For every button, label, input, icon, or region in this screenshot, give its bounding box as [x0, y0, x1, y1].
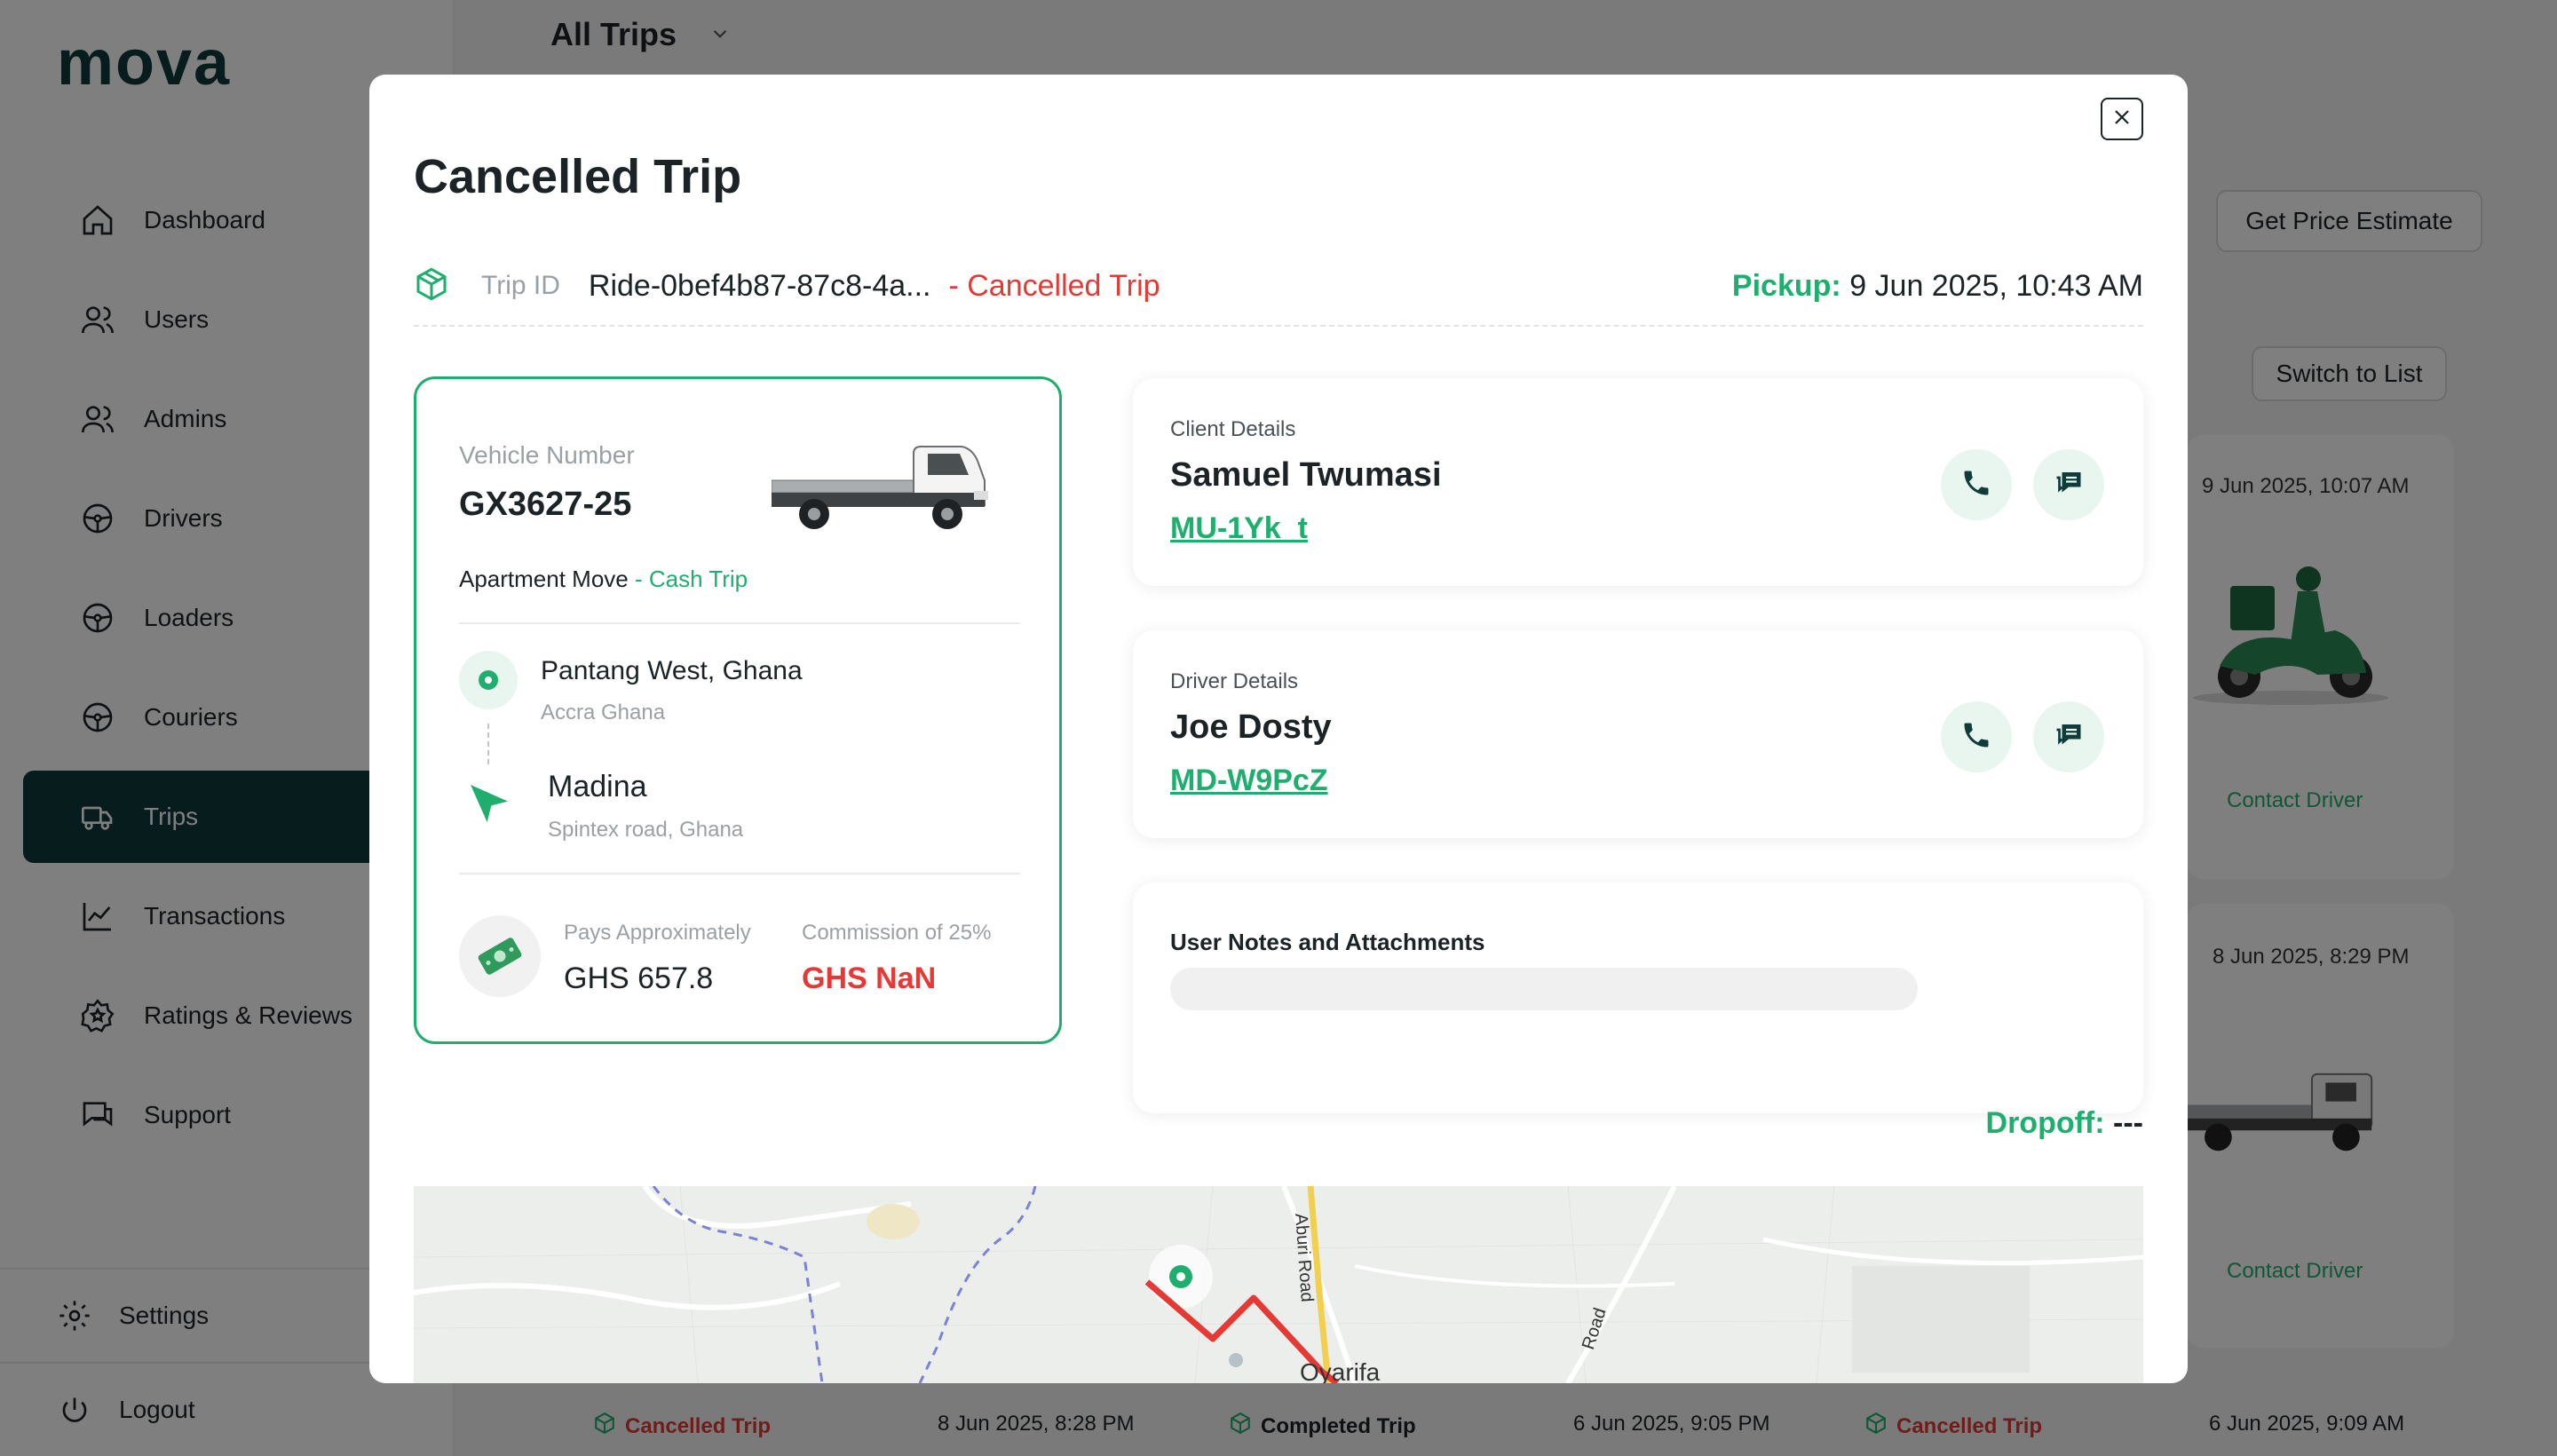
- message-driver-button[interactable]: [2033, 701, 2104, 772]
- map-canvas: [414, 1186, 2143, 1383]
- vehicle-card: Vehicle Number GX3627-25 Apartment Move …: [414, 376, 1062, 1044]
- call-client-button[interactable]: [1941, 449, 2012, 520]
- client-id-link[interactable]: MU-1Yk_t: [1170, 511, 1308, 546]
- message-client-button[interactable]: [2033, 449, 2104, 520]
- client-details-label: Client Details: [1170, 417, 1296, 441]
- pickup-location: Pantang West, Ghana: [541, 656, 803, 685]
- modal-title: Cancelled Trip: [414, 150, 742, 203]
- commission-value: GHS NaN: [802, 961, 937, 995]
- dropoff-value: ---: [2113, 1106, 2143, 1140]
- pickup-info: Pickup: 9 Jun 2025, 10:43 AM: [1732, 269, 2143, 304]
- pays-approx-label: Pays Approximately: [564, 921, 751, 945]
- user-notes-card: User Notes and Attachments: [1133, 882, 2143, 1113]
- route-connector: [487, 724, 489, 764]
- pickup-label: Pickup:: [1731, 268, 1841, 303]
- divider: [459, 622, 1020, 624]
- money-icon: [459, 915, 541, 997]
- divider: [414, 325, 2143, 327]
- driver-name: Joe Dosty: [1170, 708, 1332, 746]
- trip-id-value[interactable]: Ride-0bef4b87-87c8-4a...: [589, 269, 931, 304]
- route-map[interactable]: Aburi Road Road Oyarifa: [414, 1186, 2143, 1383]
- client-name: Samuel Twumasi: [1170, 456, 1442, 494]
- trip-type: Apartment Move - Cash Trip: [459, 566, 748, 593]
- pickup-location-sub: Accra Ghana: [541, 700, 666, 724]
- vehicle-number-label: Vehicle Number: [459, 441, 635, 469]
- dropoff-location: Madina: [548, 770, 647, 803]
- close-button[interactable]: [2101, 98, 2143, 140]
- pickup-time: 9 Jun 2025, 10:43 AM: [1849, 268, 2143, 303]
- driver-details-label: Driver Details: [1170, 669, 1299, 693]
- trip-type-label: Apartment Move: [459, 566, 629, 592]
- call-driver-button[interactable]: [1941, 701, 2012, 772]
- close-icon: [2111, 107, 2133, 132]
- commission-label: Commission of 25%: [802, 921, 992, 945]
- user-notes-label: User Notes and Attachments: [1170, 929, 1485, 955]
- driver-id-link[interactable]: MD-W9PcZ: [1170, 764, 1328, 798]
- message-icon: [2053, 719, 2085, 756]
- pays-approx-value: GHS 657.8: [564, 961, 714, 995]
- map-place-label: Oyarifa: [1300, 1358, 1381, 1383]
- dropoff-info: Dropoff: ---: [1986, 1106, 2143, 1141]
- trip-id-label: Trip ID: [481, 271, 560, 300]
- vehicle-number: GX3627-25: [459, 486, 632, 523]
- pickup-location-icon: [459, 651, 518, 709]
- trip-details-modal: Cancelled Trip Trip ID Ride-0bef4b87-87c…: [369, 75, 2188, 1383]
- message-icon: [2053, 467, 2085, 503]
- truck-image: [772, 446, 988, 529]
- client-details-card: Client Details Samuel Twumasi MU-1Yk_t: [1133, 378, 2143, 586]
- payment-type: - Cash Trip: [634, 566, 748, 592]
- divider: [459, 873, 1020, 874]
- dropoff-label: Dropoff:: [1985, 1106, 2105, 1140]
- user-notes-placeholder: [1170, 968, 1918, 1010]
- navigation-arrow-icon: [471, 785, 508, 822]
- phone-icon: [1960, 719, 1992, 756]
- trip-status-text: - Cancelled Trip: [948, 268, 1160, 303]
- driver-details-card: Driver Details Joe Dosty MD-W9PcZ: [1133, 630, 2143, 838]
- trip-summary-row: Trip ID Ride-0bef4b87-87c8-4a... - Cance…: [414, 259, 2143, 313]
- dropoff-location-sub: Spintex road, Ghana: [548, 818, 744, 842]
- box-icon: [414, 266, 449, 306]
- phone-icon: [1960, 467, 1992, 503]
